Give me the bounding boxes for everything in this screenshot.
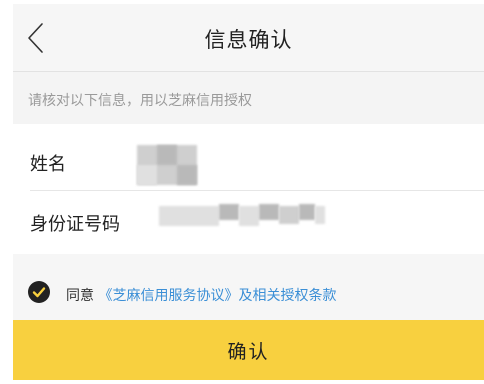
id-number-label: 身份证号码 — [30, 214, 120, 235]
info-tip-text: 请核对以下信息，用以芝麻信用授权 — [28, 93, 252, 109]
field-divider — [30, 190, 484, 191]
page-title: 信息确认 — [204, 28, 293, 52]
agreement-link[interactable]: 《芝麻信用服务协议》及相关授权条款 — [98, 288, 336, 304]
info-tip-bar: 请核对以下信息，用以芝麻信用授权 — [13, 72, 484, 124]
nav-header: 信息确认 — [13, 4, 484, 72]
name-label: 姓名 — [30, 154, 66, 175]
info-card: 姓名 身份证号码 — [13, 124, 484, 254]
agreement-text: 同意 《芝麻信用服务协议》及相关授权条款 — [66, 285, 336, 305]
agreement-prefix: 同意 — [66, 288, 94, 304]
check-circle-icon — [32, 287, 46, 298]
agree-checkbox[interactable] — [28, 281, 50, 303]
app-screen: 信息确认 请核对以下信息，用以芝麻信用授权 姓名 身份证号码 同意 《芝麻信用服… — [13, 0, 484, 384]
confirm-button[interactable]: 确认 — [13, 320, 484, 380]
agreement-row: 同意 《芝麻信用服务协议》及相关授权条款 — [13, 254, 484, 320]
